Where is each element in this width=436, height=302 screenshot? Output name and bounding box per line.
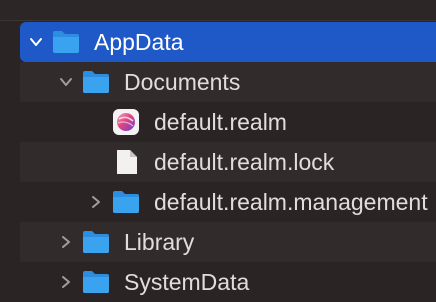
folder-icon [82, 269, 110, 295]
tree-row-label: AppData [94, 29, 184, 55]
tree-row-default-realm-management[interactable]: default.realm.management [20, 182, 436, 222]
chevron-right-icon[interactable] [58, 274, 74, 290]
tree-row-label: Documents [124, 69, 241, 95]
file-tree: AppData Documents default.realm default.… [0, 0, 436, 295]
realm-file-icon [112, 109, 140, 135]
document-icon [114, 149, 142, 175]
tree-row-label: default.realm [154, 109, 287, 135]
tree-row-documents[interactable]: Documents [20, 62, 436, 102]
tree-row-default-realm-lock[interactable]: default.realm.lock [20, 142, 436, 182]
chevron-right-icon[interactable] [88, 194, 104, 210]
folder-icon [112, 189, 140, 215]
tree-row-systemdata[interactable]: SystemData [20, 262, 436, 302]
folder-icon [82, 229, 110, 255]
tree-row-label: default.realm.management [154, 189, 428, 215]
tree-row-library[interactable]: Library [20, 222, 436, 262]
chevron-right-icon[interactable] [58, 234, 74, 250]
tree-row-label: SystemData [124, 269, 250, 295]
chevron-down-icon[interactable] [28, 34, 44, 50]
tree-row-label: Library [124, 229, 195, 255]
tree-row-default-realm[interactable]: default.realm [20, 102, 436, 142]
tree-row-appdata[interactable]: AppData [20, 22, 436, 62]
tree-row-label: default.realm.lock [154, 149, 335, 175]
folder-icon [82, 69, 110, 95]
chevron-down-icon[interactable] [58, 74, 74, 90]
folder-icon [52, 29, 80, 55]
